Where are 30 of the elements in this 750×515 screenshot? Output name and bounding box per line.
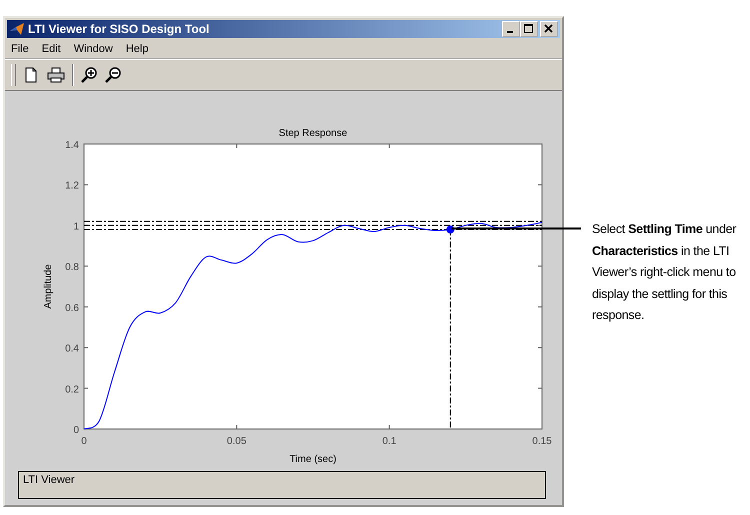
callout-text: Select Settling Time under Characteristics in the LTI Viewer’s right-click menu to display the settling for this response. (592, 222, 736, 322)
x-tick-label: 0.05 (226, 436, 246, 447)
zoom-in-icon[interactable] (80, 66, 98, 84)
printer-icon[interactable] (46, 66, 66, 84)
y-tick-label: 0.4 (65, 344, 79, 355)
x-tick-label: 0.1 (382, 436, 396, 447)
zoom-out-icon[interactable] (104, 66, 122, 84)
app-icon (9, 21, 25, 37)
y-tick-label: 0.2 (65, 384, 79, 396)
y-tick-label: 0.6 (65, 302, 79, 314)
x-axis-label: Time (sec) (290, 454, 336, 465)
status-text: LTI Viewer (23, 474, 75, 486)
maximize-icon[interactable] (520, 21, 538, 37)
menu-item[interactable]: Edit (42, 43, 61, 55)
x-tick-label: 0 (81, 436, 87, 447)
close-icon[interactable] (540, 21, 558, 37)
menu-item[interactable]: Help (126, 43, 148, 55)
chart-title: Step Response (278, 128, 348, 139)
window-title: LTI Viewer for SISO Design Tool (28, 22, 210, 36)
menu-item[interactable]: Window (74, 43, 113, 55)
y-tick-label: 0 (73, 425, 79, 436)
x-tick-label: 0.15 (532, 436, 552, 447)
y-tick-label: 0.8 (65, 262, 79, 274)
minimize-icon[interactable] (502, 21, 520, 37)
y-axis-label: Amplitude (43, 264, 54, 309)
menu-item[interactable]: File (11, 43, 29, 55)
settling-point-marker[interactable] (446, 226, 454, 234)
y-tick-label: 1.4 (65, 140, 79, 151)
y-tick-label: 1.2 (65, 180, 79, 192)
y-tick-label: 1 (73, 221, 79, 232)
